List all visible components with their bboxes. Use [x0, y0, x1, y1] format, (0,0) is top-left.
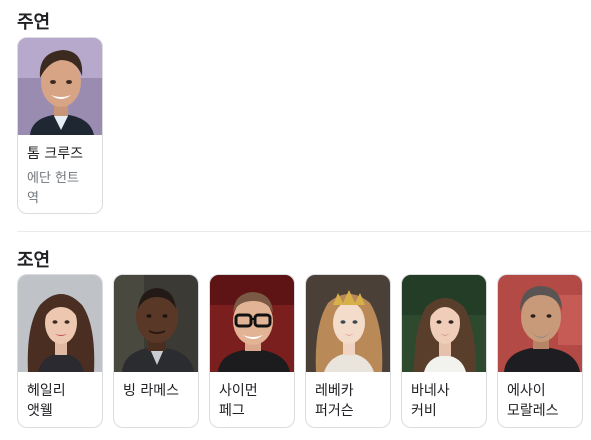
- supporting-cast-heading: 조연: [17, 250, 51, 271]
- actor-name: 에사이 모랄레스: [507, 383, 559, 419]
- actor-name: 헤일리 앳웰: [27, 383, 66, 419]
- cast-card-esai-morales[interactable]: 에사이 모랄레스: [497, 274, 583, 428]
- cast-card-tom-cruise[interactable]: 톰 크루즈 에단 헌트 역: [17, 37, 103, 214]
- actor-photo: [306, 275, 390, 372]
- actor-name: 사이먼 페그: [219, 383, 258, 419]
- cast-card-hayley-atwell[interactable]: 헤일리 앳웰: [17, 274, 103, 428]
- actor-photo: [498, 275, 582, 372]
- actor-name: 바네사 커비: [411, 383, 450, 419]
- actor-photo: [210, 275, 294, 372]
- actor-name: 빙 라메스: [123, 383, 179, 399]
- actor-photo: [18, 38, 102, 135]
- cast-card-rebecca-ferguson[interactable]: 레베카 퍼거슨: [305, 274, 391, 428]
- cast-card-simon-pegg[interactable]: 사이먼 페그: [209, 274, 295, 428]
- cast-card-vanessa-kirby[interactable]: 바네사 커비: [401, 274, 487, 428]
- cast-card-ving-rhames[interactable]: 빙 라메스: [113, 274, 199, 428]
- actor-photo: [114, 275, 198, 372]
- actor-role: 에단 헌트 역: [27, 171, 79, 206]
- actor-name: 톰 크루즈: [27, 146, 83, 162]
- main-cast-heading: 주연: [17, 12, 51, 33]
- actor-photo: [402, 275, 486, 372]
- actor-photo: [18, 275, 102, 372]
- section-divider: [17, 231, 591, 232]
- actor-name: 레베카 퍼거슨: [315, 383, 354, 419]
